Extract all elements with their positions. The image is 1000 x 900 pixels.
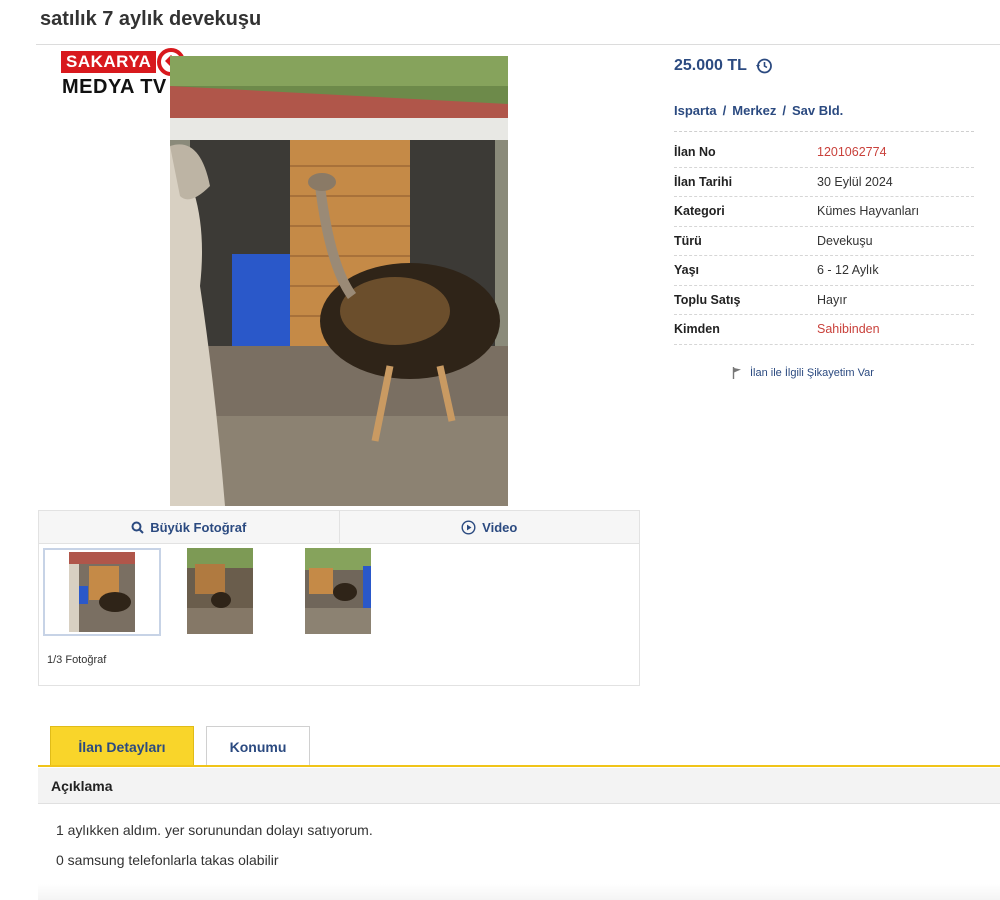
detail-row-category: Kategori Kümes Hayvanları: [674, 197, 974, 227]
detail-label: Toplu Satış: [674, 292, 741, 307]
detail-row-bulk-sale: Toplu Satış Hayır: [674, 286, 974, 315]
detail-label: Yaşı: [674, 263, 700, 278]
thumbnail-2[interactable]: [187, 548, 253, 634]
description-line-2: 0 samsung telefonlarla takas olabilir: [56, 852, 279, 868]
description-heading: Açıklama: [38, 768, 1000, 804]
detail-row-seller-type: Kimden Sahibinden: [674, 315, 974, 345]
detail-value: Sahibinden: [817, 322, 880, 337]
tab-underline: [38, 765, 1000, 767]
flag-icon: [732, 367, 741, 379]
photo-counter: 1/3 Fotoğraf: [47, 654, 107, 666]
location-breadcrumb: Isparta / Merkez / Sav Bld.: [674, 103, 844, 118]
location-neighborhood-link[interactable]: Sav Bld.: [792, 103, 843, 118]
detail-row-age: Yaşı 6 - 12 Aylık: [674, 256, 974, 286]
detail-label: Türü: [674, 233, 702, 248]
detail-label: İlan Tarihi: [674, 174, 733, 189]
tab-location[interactable]: Konumu: [206, 726, 310, 766]
main-listing-photo[interactable]: [170, 56, 508, 506]
title-divider: [36, 44, 1000, 45]
location-district-link[interactable]: Merkez: [732, 103, 776, 118]
detail-label: İlan No: [674, 145, 716, 160]
video-button[interactable]: Video: [338, 511, 640, 543]
listing-details-table: İlan No 1201062774 İlan Tarihi 30 Eylül …: [674, 138, 974, 345]
detail-value: Hayır: [817, 292, 847, 307]
detail-value: 6 - 12 Aylık: [817, 263, 879, 278]
description-line-1: 1 aylıkken aldım. yer sorunundan dolayı …: [56, 822, 373, 838]
location-city-link[interactable]: Isparta: [674, 103, 717, 118]
page-bottom-fade: [38, 884, 1000, 900]
magnifier-icon: [131, 521, 144, 534]
photo-actions-bar: Büyük Fotoğraf Video: [38, 510, 640, 544]
price-history-icon[interactable]: [755, 57, 773, 75]
detail-value: Kümes Hayvanları: [817, 204, 920, 219]
detail-label: Kimden: [674, 322, 720, 337]
listing-price: 25.000 TL: [674, 57, 747, 74]
complaint-link[interactable]: İlan ile İlgili Şikayetim Var: [732, 367, 874, 379]
info-divider: [674, 131, 974, 132]
thumbnail-1[interactable]: [43, 548, 161, 636]
listing-title: satılık 7 aylık devekuşu: [40, 8, 262, 30]
detail-value: 1201062774: [817, 145, 887, 160]
thumbnail-strip: 1/3 Fotoğraf: [38, 544, 640, 686]
tab-listing-details[interactable]: İlan Detayları: [50, 726, 194, 766]
play-icon: [461, 519, 476, 535]
big-photo-label: Büyük Fotoğraf: [150, 519, 247, 535]
logo-bottom-text: MEDYA TV: [62, 76, 167, 98]
detail-row-ilan-no: İlan No 1201062774: [674, 138, 974, 168]
detail-row-date: İlan Tarihi 30 Eylül 2024: [674, 168, 974, 197]
detail-value: Devekuşu: [817, 233, 873, 248]
thumbnail-3[interactable]: [305, 548, 371, 634]
big-photo-button[interactable]: Büyük Fotoğraf: [39, 511, 339, 543]
detail-label: Kategori: [674, 204, 725, 219]
video-label: Video: [482, 519, 518, 535]
detail-value: 30 Eylül 2024: [817, 174, 893, 189]
logo-top-text: SAKARYA: [61, 51, 157, 73]
price-row: 25.000 TL: [674, 57, 773, 75]
detail-row-type: Türü Devekuşu: [674, 227, 974, 256]
complaint-label: İlan ile İlgili Şikayetim Var: [750, 367, 874, 379]
